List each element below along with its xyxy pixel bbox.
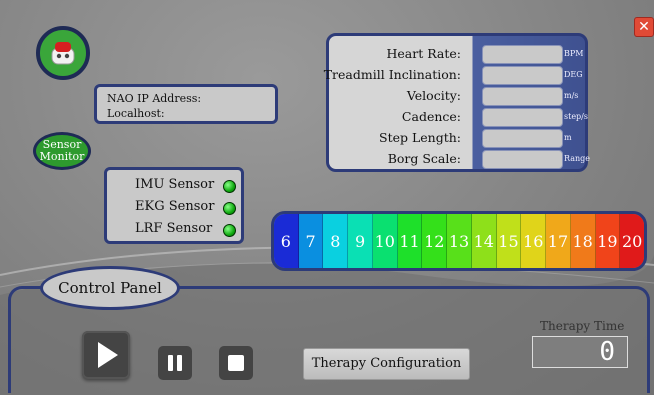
play-button[interactable] [82, 331, 130, 379]
borg-scale-cell[interactable]: 12 [422, 214, 448, 268]
connection-info-panel: NAO IP Address: Localhost: [94, 84, 278, 124]
borg-scale-cell[interactable]: 7 [298, 214, 324, 268]
borg-scale-cell[interactable]: 11 [397, 214, 423, 268]
borg-scale-field[interactable] [482, 150, 563, 169]
borg-scale-label: Borg Scale: [387, 151, 461, 166]
play-icon [98, 342, 118, 368]
treadmill-inclination-unit: DEG [564, 70, 583, 79]
robot-head-icon [51, 42, 75, 65]
pause-icon [168, 355, 182, 371]
imu-sensor-label: IMU Sensor [135, 177, 215, 192]
heart-rate-field[interactable] [482, 45, 563, 64]
localhost-label: Localhost: [107, 107, 165, 120]
borg-scale-cell[interactable]: 9 [348, 214, 373, 268]
therapy-time-label: Therapy Time [540, 319, 625, 333]
stop-icon [228, 355, 244, 371]
borg-scale-cell[interactable]: 8 [323, 214, 349, 268]
lrf-status-led [223, 224, 236, 237]
treadmill-inclination-label: Treadmill Inclination: [323, 67, 461, 82]
borg-scale-cell[interactable]: 14 [471, 214, 497, 268]
velocity-label: Velocity: [406, 88, 461, 103]
robot-status-indicator [36, 26, 90, 80]
heart-rate-unit: BPM [564, 49, 584, 58]
ekg-status-led [223, 202, 236, 215]
step-length-label: Step Length: [379, 130, 461, 145]
heart-rate-label: Heart Rate: [386, 46, 461, 61]
borg-scale-cell[interactable]: 6 [274, 214, 299, 268]
velocity-unit: m/s [564, 91, 579, 100]
nao-ip-label: NAO IP Address: [107, 92, 202, 105]
vitals-panel: Heart Rate: BPM Treadmill Inclination: D… [323, 33, 590, 172]
borg-scale-selector: 6 7 8 9 10 11 12 13 14 15 16 17 18 19 20 [271, 211, 647, 271]
sensor-list: IMU Sensor EKG Sensor LRF Sensor [104, 167, 244, 244]
therapy-time-display: 0 [532, 336, 628, 368]
control-panel-title: Control Panel [40, 266, 180, 310]
velocity-field[interactable] [482, 87, 563, 106]
stop-button[interactable] [219, 346, 253, 380]
borg-scale-cell[interactable]: 16 [521, 214, 547, 268]
borg-scale-unit: Range [564, 154, 590, 163]
cadence-unit: step/s [564, 112, 588, 121]
therapy-configuration-button[interactable]: Therapy Configuration [303, 348, 470, 380]
treadmill-inclination-field[interactable] [482, 66, 563, 85]
pause-button[interactable] [158, 346, 192, 380]
borg-scale-cell[interactable]: 19 [595, 214, 621, 268]
cadence-label: Cadence: [401, 109, 461, 124]
borg-scale-cell[interactable]: 17 [546, 214, 571, 268]
borg-scale-cell[interactable]: 20 [620, 214, 644, 268]
borg-scale-cell[interactable]: 18 [570, 214, 596, 268]
imu-status-led [223, 180, 236, 193]
step-length-field[interactable] [482, 129, 563, 148]
lrf-sensor-label: LRF Sensor [135, 221, 213, 236]
close-button[interactable]: ✕ [634, 17, 654, 37]
cadence-field[interactable] [482, 108, 563, 127]
ekg-sensor-label: EKG Sensor [135, 199, 215, 214]
borg-scale-cell[interactable]: 15 [496, 214, 522, 268]
step-length-unit: m [564, 133, 572, 142]
sensor-monitor-title-2: Monitor [39, 150, 85, 163]
sensor-monitor-badge: Sensor Monitor [33, 132, 91, 170]
borg-scale-cell[interactable]: 13 [447, 214, 472, 268]
borg-scale-cell[interactable]: 10 [372, 214, 398, 268]
